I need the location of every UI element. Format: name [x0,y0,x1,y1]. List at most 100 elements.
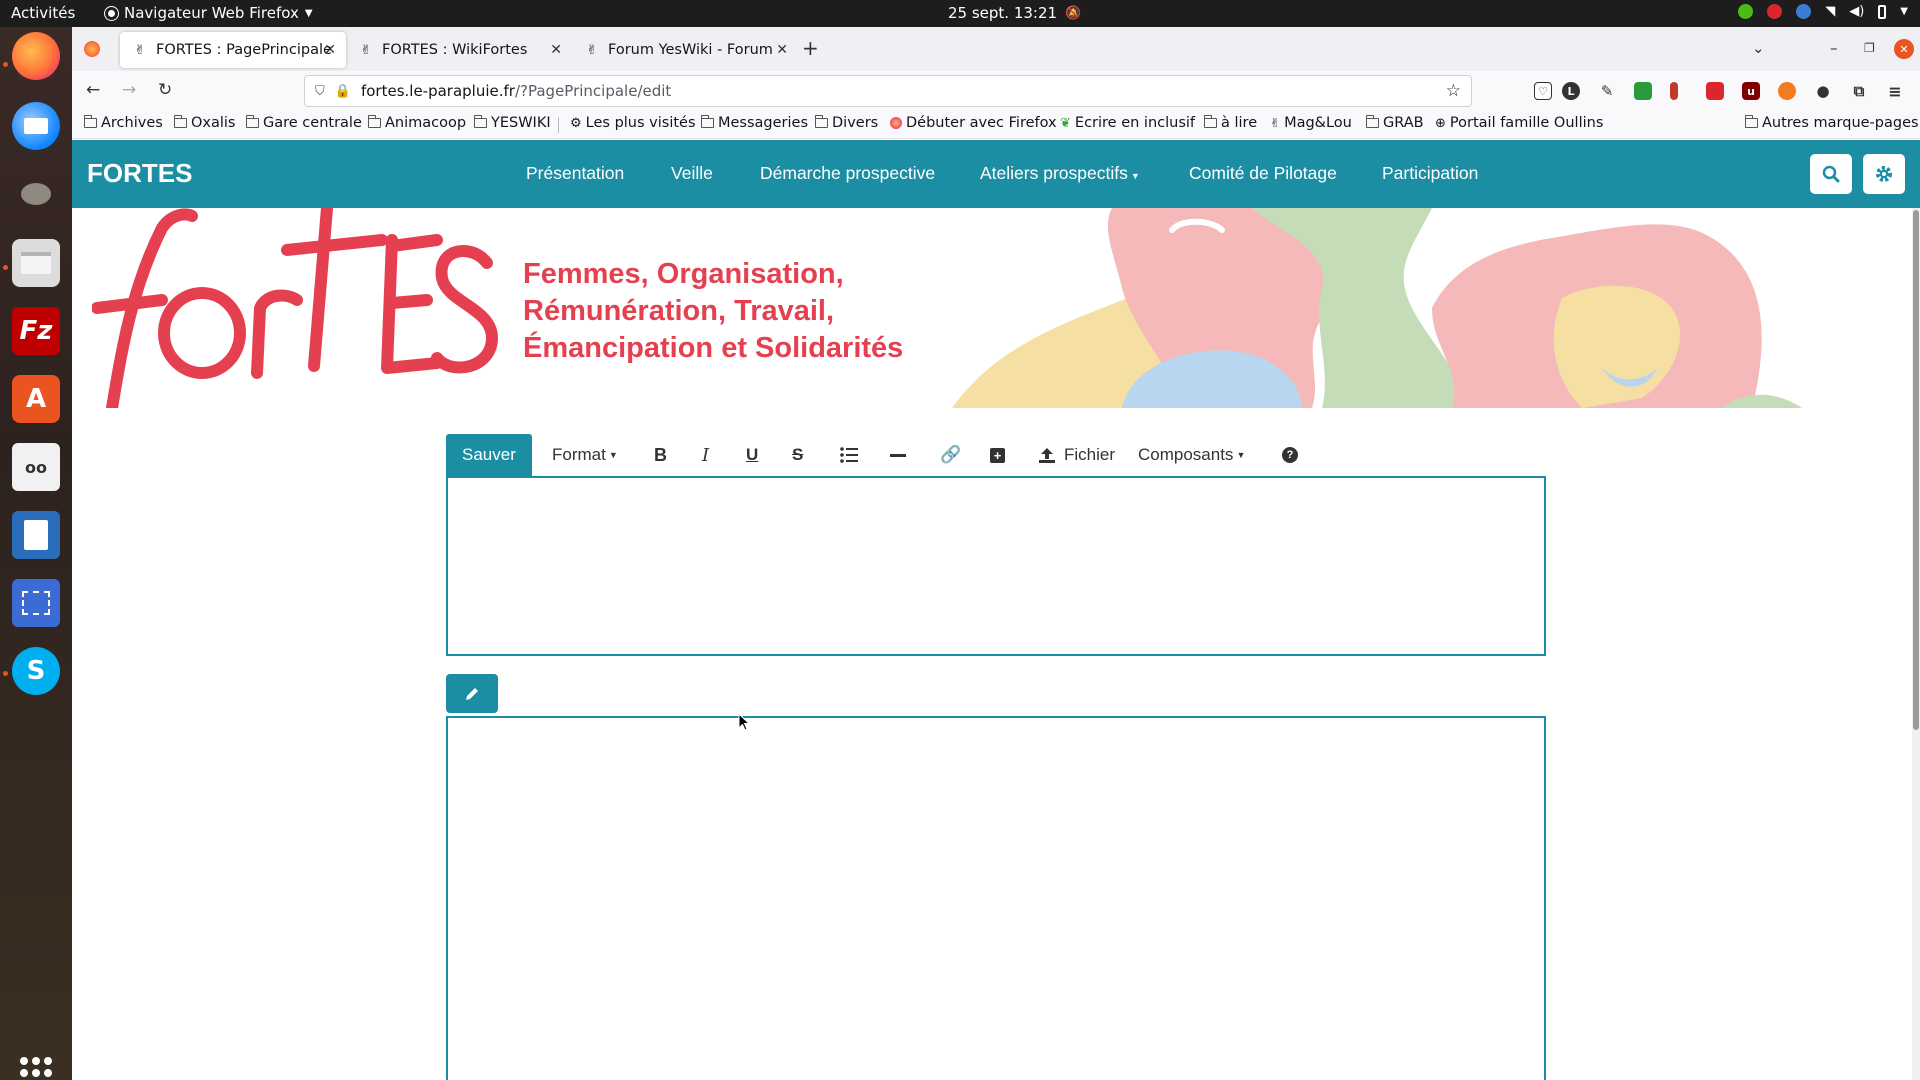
bookmark-portail-oullins[interactable]: ⊕ Portail famille Oullins [1435,115,1603,131]
account-icon[interactable]: L [1562,82,1580,100]
underline-button[interactable]: U [746,434,758,476]
file-upload-button[interactable]: Fichier [1038,434,1115,476]
hamburger-menu-icon[interactable]: ≡ [1886,82,1904,101]
bookmark-label: Animacoop [385,115,467,131]
firefox-view-icon[interactable] [84,41,100,57]
save-button[interactable]: Sauver [446,434,532,476]
bookmark-grab[interactable]: GRAB [1365,115,1424,131]
other-bookmarks[interactable]: Autres marque-pages [1744,115,1919,131]
new-tab-icon[interactable]: + [802,36,819,60]
thunderbird-icon[interactable] [12,102,60,150]
back-icon[interactable]: ← [86,80,100,100]
help-button[interactable]: ? [1282,434,1298,476]
reload-icon[interactable]: ↻ [158,80,172,100]
restore-icon[interactable]: ❐ [1864,41,1875,55]
insert-button[interactable]: + [990,434,1005,476]
menu-ateliers-prospectifs[interactable]: Ateliers prospectifs ▼ [980,163,1140,184]
bookmark-plus-visites[interactable]: ⚙ Les plus visités [570,115,696,131]
bookmark-messageries[interactable]: Messageries [700,115,808,131]
firefox-icon[interactable] [12,32,60,80]
horizontal-rule-button[interactable] [890,434,906,476]
bookmark-a-lire[interactable]: à lire [1203,115,1257,131]
forward-icon[interactable]: → [122,80,136,100]
skype-icon[interactable]: S [12,647,60,695]
activities-button[interactable]: Activités [11,4,75,22]
scrollbar-thumb[interactable] [1913,210,1919,730]
bookmark-divers[interactable]: Divers [814,115,878,131]
bookmark-debuter-firefox[interactable]: Débuter avec Firefox [890,115,1057,131]
clock-label: 25 sept. 13:21 [948,4,1058,22]
error-icon[interactable] [1767,4,1783,19]
writer-icon[interactable] [12,511,60,559]
close-window-icon[interactable]: ✕ [1894,39,1914,59]
preview-area[interactable] [446,716,1546,1080]
editor-textarea[interactable] [446,476,1546,656]
clock[interactable]: 25 sept. 13:21 🔕 [948,4,1081,22]
extension-people-icon[interactable]: ● [1814,82,1832,100]
filezilla-icon[interactable]: Fz [12,307,60,355]
close-tab-icon[interactable]: ✕ [550,42,562,58]
app-menu[interactable]: Navigateur Web Firefox ▼ [105,4,313,22]
close-tab-icon[interactable]: ✕ [776,42,788,58]
italic-button[interactable]: I [702,434,709,476]
strikethrough-button[interactable]: S [792,434,803,476]
gimp-icon[interactable] [12,170,60,218]
extension-red-box-icon[interactable] [1706,82,1724,100]
menu-comite-pilotage[interactable]: Comité de Pilotage [1189,163,1337,184]
tab-forum-yeswiki[interactable]: ✌ Forum YesWiki - Forum Ye ✕ [572,32,798,68]
link-button[interactable]: 🔗 [940,434,961,476]
wifi-icon[interactable]: ◥ [1825,4,1835,19]
web-page: FORTES Présentation Veille Démarche pros… [72,140,1920,1080]
tab-wikifortes[interactable]: ✌ FORTES : WikiFortes ✕ [346,32,572,68]
volume-icon[interactable]: ◀) [1849,4,1864,19]
eyedropper-icon[interactable]: ✎ [1598,82,1616,100]
chevron-down-icon[interactable]: ▼ [1900,6,1908,17]
check-icon[interactable] [1738,4,1754,19]
reader-icon[interactable]: oo [12,443,60,491]
menu-presentation[interactable]: Présentation [526,163,624,184]
files-icon[interactable] [12,239,60,287]
extensions-puzzle-icon[interactable]: ⧉ [1850,82,1868,100]
list-button[interactable] [840,434,858,476]
pocket-icon[interactable]: ♡ [1534,82,1552,100]
bookmark-mag-lou[interactable]: ✌ Mag&Lou [1270,115,1352,131]
tab-title: FORTES : PagePrincipale [156,42,332,58]
printer-icon[interactable] [1634,82,1652,100]
page-scrollbar[interactable] [1912,208,1920,1080]
bookmark-yeswiki[interactable]: YESWIKI [473,115,551,131]
software-icon[interactable]: A [12,375,60,423]
ublock-icon[interactable]: u [1742,82,1760,100]
app-grid-icon[interactable] [20,1057,52,1080]
yeswiki-favicon-icon: ✌ [360,42,372,58]
edit-button[interactable] [446,674,498,713]
shield-icon[interactable]: ⛉ [315,84,325,99]
bookmark-gare-centrale[interactable]: Gare centrale [245,115,362,131]
components-dropdown[interactable]: Composants ▼ [1138,434,1245,476]
list-tabs-icon[interactable]: ⌄ [1752,39,1765,57]
sync-icon[interactable] [1796,4,1812,19]
bookmark-animacoop[interactable]: Animacoop [367,115,467,131]
menu-participation[interactable]: Participation [1382,163,1478,184]
bookmark-archives[interactable]: Archives [83,115,163,131]
bookmark-oxalis[interactable]: Oxalis [173,115,236,131]
search-button[interactable] [1810,154,1852,194]
close-tab-icon[interactable]: ✕ [324,42,336,58]
bookmark-star-icon[interactable]: ☆ [1446,81,1461,101]
screenshot-icon[interactable] [12,579,60,627]
system-tray[interactable]: ◥ ◀) ▼ [1738,4,1908,19]
menu-demarche-prospective[interactable]: Démarche prospective [760,163,935,184]
extension-red-icon[interactable] [1670,82,1678,100]
battery-icon[interactable] [1878,4,1887,19]
bold-button[interactable]: B [654,434,667,476]
format-dropdown[interactable]: Format ▼ [552,434,618,476]
bookmark-label: Ecrire en inclusif [1074,115,1196,131]
minimize-icon[interactable]: – [1830,39,1838,57]
tab-pageprincipale[interactable]: ✌ FORTES : PagePrincipale ✕ [120,32,346,68]
lock-icon[interactable]: 🔒 [335,84,351,99]
menu-veille[interactable]: Veille [671,163,713,184]
url-bar[interactable]: ⛉ 🔒 fortes.le-parapluie.fr/?PagePrincipa… [304,75,1472,107]
settings-button[interactable] [1863,154,1905,194]
bookmark-ecrire-inclusif[interactable]: ❦ Ecrire en inclusif [1060,115,1195,131]
duckduckgo-icon[interactable] [1778,82,1796,100]
site-brand[interactable]: FORTES [87,158,192,189]
